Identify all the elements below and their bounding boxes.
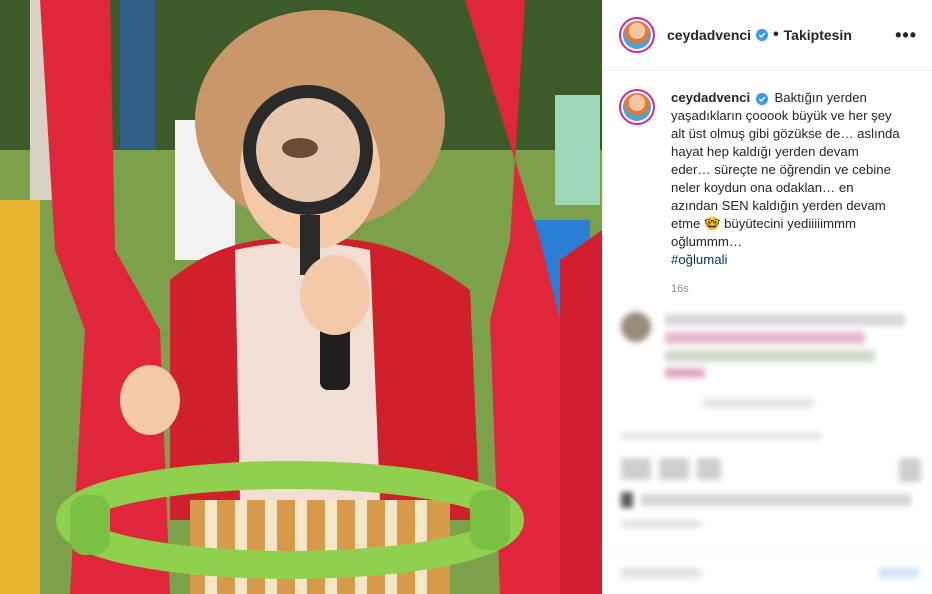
username-link[interactable]: ceydadvenci (667, 27, 751, 43)
post-header: ceydadvenci • Takiptesin ••• (603, 0, 932, 71)
avatar[interactable] (619, 17, 655, 53)
avatar-image (623, 93, 651, 121)
more-options-icon[interactable]: ••• (895, 25, 917, 46)
obscured-comments-area (603, 300, 932, 594)
caption-text-block: ceydadvenci Baktığın yerden yaşadıkların… (671, 89, 901, 269)
post-photo[interactable] (0, 0, 602, 594)
caption-avatar[interactable] (619, 89, 655, 269)
post-age: 16s (671, 283, 689, 295)
post-side-panel: ceydadvenci • Takiptesin ••• ceydadvenci… (602, 0, 932, 594)
follow-status-button[interactable]: Takiptesin (784, 27, 852, 43)
separator-dot: • (773, 26, 779, 43)
avatar-image (623, 21, 651, 49)
verified-badge-icon (756, 29, 769, 41)
caption-body: Baktığın yerden yaşadıkların çooook büyü… (671, 90, 900, 249)
caption-row: ceydadvenci Baktığın yerden yaşadıkların… (603, 71, 932, 269)
instagram-post-modal: ceydadvenci • Takiptesin ••• ceydadvenci… (0, 0, 932, 594)
verified-badge-icon (755, 92, 768, 105)
hashtag-link[interactable]: #oğlumali (671, 252, 727, 267)
caption-username[interactable]: ceydadvenci (671, 90, 750, 105)
avatar[interactable] (619, 89, 655, 125)
photo-illustration (0, 0, 602, 594)
